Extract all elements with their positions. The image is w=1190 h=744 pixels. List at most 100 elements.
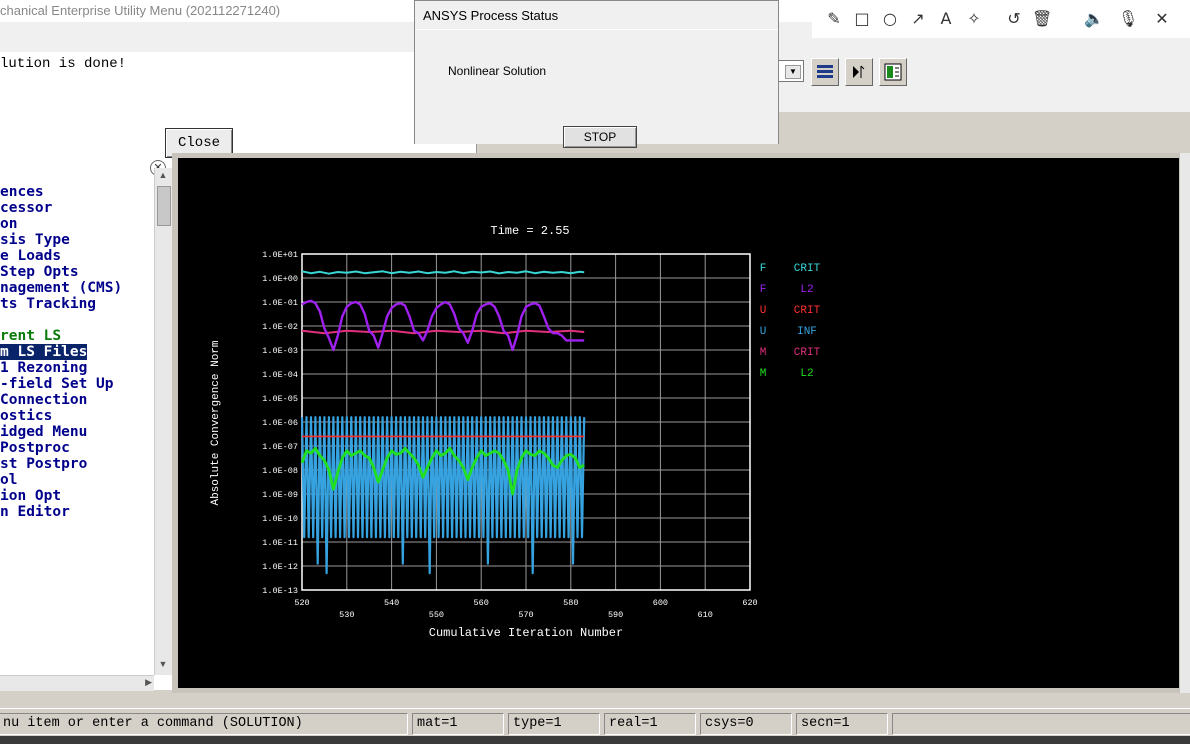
chart-legend: F CRIT F L2 U CRIT U INF M CRIT M L2 <box>760 263 821 380</box>
status-type: type=1 <box>508 713 600 735</box>
tree-item[interactable]: ostics <box>0 408 52 424</box>
trash-icon[interactable]: 🗑 <box>1032 9 1052 29</box>
y-tick-label: 1.0E-06 <box>262 418 298 428</box>
scroll-thumb[interactable] <box>157 186 171 226</box>
tree-item[interactable]: rent LS <box>0 328 61 344</box>
close-icon[interactable]: ✕ <box>1152 9 1172 29</box>
graphics-window[interactable]: Time = 2.55 Absolute Convergence Norm Cu… <box>178 158 1179 688</box>
scroll-down-icon[interactable]: ▼ <box>157 659 169 671</box>
tree-item[interactable]: ion Opt <box>0 488 61 504</box>
y-tick-label: 1.0E-08 <box>262 466 298 476</box>
tree-item[interactable]: cessor <box>0 200 52 216</box>
undo-icon[interactable]: ↺ <box>1004 9 1024 29</box>
status-real: real=1 <box>604 713 696 735</box>
tree-item[interactable]: Connection <box>0 392 87 408</box>
series-line-f-crit <box>301 270 585 275</box>
legend-letter: U <box>760 326 767 338</box>
status-csys: csys=0 <box>700 713 792 735</box>
series-line-u-inf <box>300 416 586 575</box>
pencil-icon[interactable]: ✎ <box>824 9 844 29</box>
convergence-chart: Time = 2.55 Absolute Convergence Norm Cu… <box>210 224 821 640</box>
speaker-icon[interactable]: 🔈 <box>1084 9 1104 29</box>
legend-label: CRIT <box>794 263 821 275</box>
pointer-arrow-icon <box>853 65 865 78</box>
x-tick-label: 590 <box>608 610 623 620</box>
tree-item[interactable]: n Editor <box>0 504 70 520</box>
process-status-dialog: ANSYS Process Status Nonlinear Solution … <box>414 0 779 148</box>
taskbar-strip <box>0 736 1190 744</box>
y-tick-label: 1.0E-11 <box>262 538 298 548</box>
toolbar-reset-picking-button[interactable] <box>845 58 873 86</box>
legend-letter: M <box>760 347 767 359</box>
circle-icon[interactable]: ○ <box>880 9 900 29</box>
y-tick-label: 1.0E-04 <box>262 370 298 380</box>
status-bar: nu item or enter a command (SOLUTION) ma… <box>0 708 1190 737</box>
tree-vertical-scrollbar[interactable]: ▲ ▼ <box>154 168 172 675</box>
y-tick-label: 1.0E+01 <box>262 250 298 260</box>
x-tick-label: 520 <box>294 598 309 608</box>
scroll-up-icon[interactable]: ▲ <box>157 170 169 182</box>
legend-label: L2 <box>800 284 813 296</box>
y-tick-label: 1.0E-10 <box>262 514 298 524</box>
tree-item[interactable]: e Loads <box>0 248 61 264</box>
x-tick-label: 550 <box>429 610 444 620</box>
command-prompt[interactable]: nu item or enter a command (SOLUTION) <box>0 713 408 735</box>
tree-item[interactable]: idged Menu <box>0 424 87 440</box>
toolbar-raise-hidden-button[interactable] <box>811 58 839 86</box>
stop-button[interactable]: STOP <box>563 126 637 148</box>
legend-letter: M <box>760 368 767 380</box>
process-status-text: Nonlinear Solution <box>448 64 547 78</box>
rectangle-icon[interactable]: □ <box>852 9 872 29</box>
x-tick-label: 530 <box>339 610 354 620</box>
tree-item[interactable]: ts Tracking <box>0 296 96 312</box>
process-status-title: ANSYS Process Status <box>423 8 559 23</box>
tree-item[interactable]: on <box>0 216 17 232</box>
legend-label: CRIT <box>794 347 821 359</box>
y-tick-label: 1.0E-03 <box>262 346 298 356</box>
legend-letter: F <box>760 263 767 275</box>
chart-title: Time = 2.55 <box>490 224 569 238</box>
tree-horizontal-scrollbar[interactable]: ▶ <box>0 675 154 691</box>
tree-item[interactable]: -field Set Up <box>0 376 114 392</box>
x-tick-label: 560 <box>474 598 489 608</box>
tree-item[interactable]: ences <box>0 184 44 200</box>
legend-label: INF <box>797 326 817 338</box>
series-line-m-crit <box>301 329 585 335</box>
y-tick-label: 1.0E-13 <box>262 586 298 596</box>
x-tick-label: 570 <box>518 610 533 620</box>
tree-item[interactable]: 1 Rezoning <box>0 360 87 376</box>
y-tick-label: 1.0E-07 <box>262 442 298 452</box>
toolbar-contact-manager-button[interactable] <box>879 58 907 86</box>
microphone-icon[interactable]: 🎙 <box>1118 9 1138 29</box>
status-mat: mat=1 <box>412 713 504 735</box>
y-tick-label: 1.0E-05 <box>262 394 298 404</box>
highlighter-icon[interactable]: ✧ <box>964 9 984 29</box>
toolbar-dropdown[interactable]: ▼ <box>776 60 804 82</box>
tree-item[interactable]: ol <box>0 472 17 488</box>
x-tick-label: 580 <box>563 598 578 608</box>
tree-item[interactable]: st Postpro <box>0 456 87 472</box>
solution-done-message: lution is done! <box>0 56 127 72</box>
tree-item[interactable]: Postproc <box>0 440 70 456</box>
tree-item[interactable]: nagement (CMS) <box>0 280 122 296</box>
x-tick-label: 540 <box>384 598 399 608</box>
tree-item[interactable]: m LS Files <box>0 344 88 360</box>
y-tick-label: 1.0E-02 <box>262 322 298 332</box>
text-icon[interactable]: A <box>936 9 956 29</box>
arrow-icon[interactable]: ↗ <box>908 9 928 29</box>
process-status-body: Nonlinear Solution STOP <box>415 29 778 148</box>
graphics-scrollbar[interactable] <box>1180 153 1190 693</box>
chart-x-axis-label: Cumulative Iteration Number <box>429 626 623 640</box>
legend-letter: F <box>760 284 767 296</box>
tree-item[interactable]: sis Type <box>0 232 70 248</box>
annotation-toolbar: ✎ □ ○ ↗ A ✧ ↺ 🗑 🔈 🎙 ✕ <box>812 0 1190 38</box>
y-tick-label: 1.0E+00 <box>262 274 298 284</box>
status-empty <box>892 713 1190 735</box>
chevron-down-icon[interactable]: ▼ <box>785 65 801 79</box>
grid-panel-icon <box>884 63 902 81</box>
legend-letter: U <box>760 305 767 317</box>
status-secn: secn=1 <box>796 713 888 735</box>
y-tick-label: 1.0E-01 <box>262 298 298 308</box>
tree-item[interactable]: Step Opts <box>0 264 79 280</box>
scroll-right-icon[interactable]: ▶ <box>145 677 152 688</box>
